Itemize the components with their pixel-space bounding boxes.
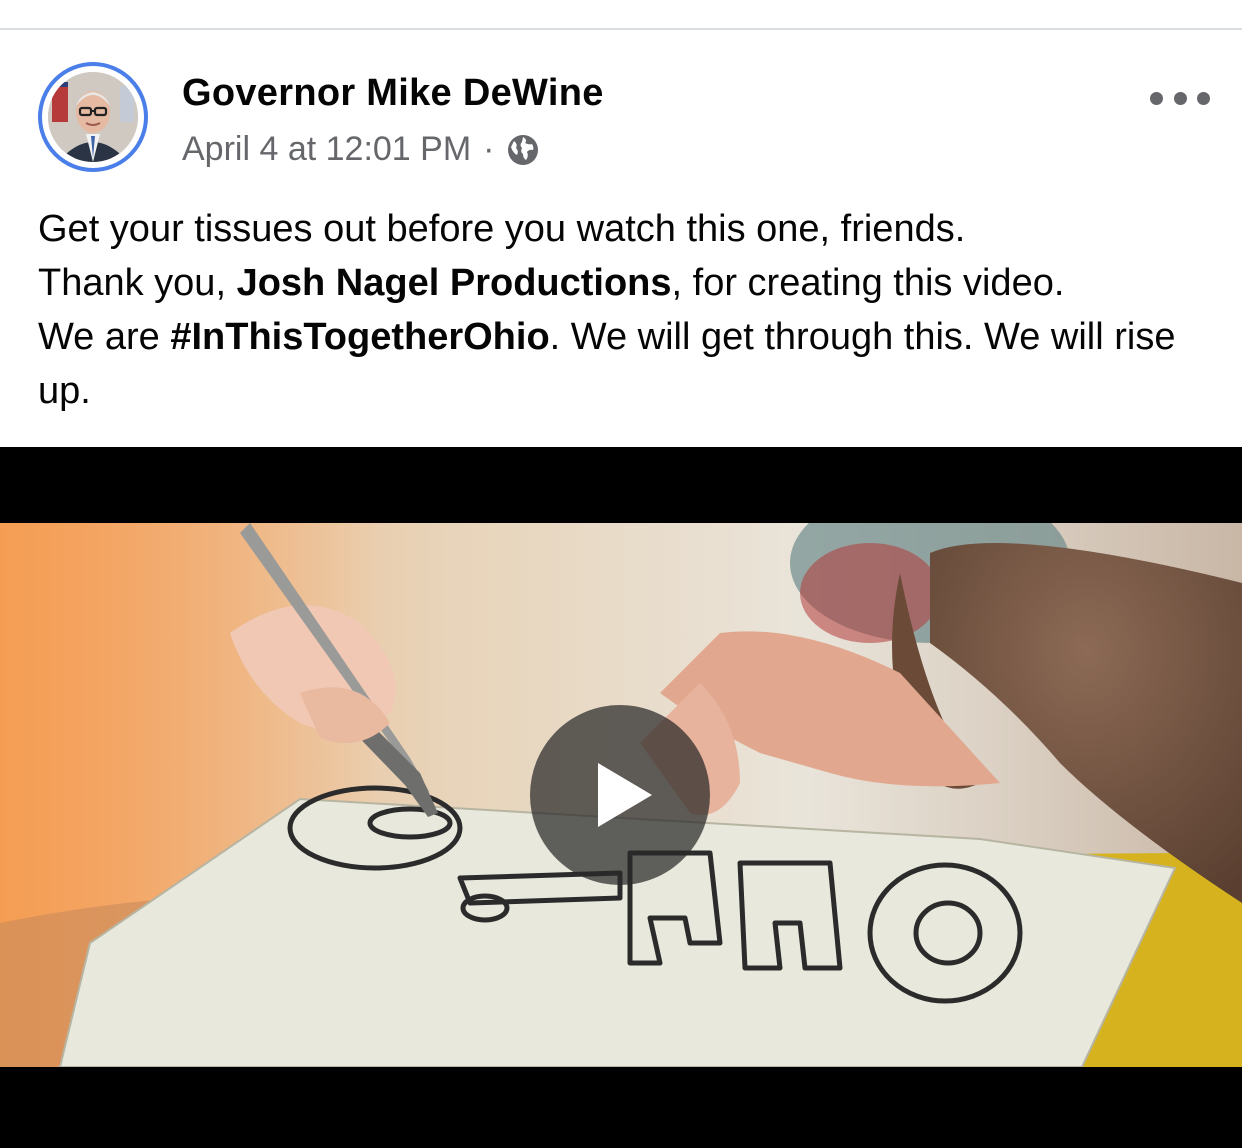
dot — [1173, 91, 1187, 105]
avatar[interactable] — [38, 62, 148, 172]
globe-icon[interactable] — [506, 133, 540, 167]
post-header: Governor Mike DeWine April 4 at 12:01 PM… — [0, 60, 1242, 180]
top-divider — [0, 28, 1242, 30]
video-player[interactable] — [0, 447, 1242, 1148]
avatar-portrait — [48, 72, 138, 162]
play-icon — [598, 763, 652, 827]
dot — [1150, 91, 1163, 105]
post-text-thanks-prefix: Thank you, — [38, 262, 237, 304]
play-button[interactable] — [530, 705, 710, 885]
mention-link[interactable]: Josh Nagel Productions — [237, 262, 672, 304]
more-options-icon[interactable] — [1150, 86, 1210, 110]
meta-separator: · — [483, 130, 495, 168]
post-text-line1: Get your tissues out before you watch th… — [38, 208, 966, 250]
post-text-thanks-suffix: , for creating this video. — [671, 262, 1065, 304]
dot — [1197, 91, 1210, 105]
post-text: Get your tissues out before you watch th… — [38, 202, 1218, 418]
post-text-we-are: We are — [38, 316, 171, 358]
avatar-photo — [48, 72, 138, 162]
hashtag-link[interactable]: #InThisTogetherOhio — [170, 316, 549, 358]
post-timestamp[interactable]: April 4 at 12:01 PM — [182, 130, 471, 169]
post-meta: April 4 at 12:01 PM · — [182, 130, 540, 169]
author-name[interactable]: Governor Mike DeWine — [182, 72, 604, 115]
